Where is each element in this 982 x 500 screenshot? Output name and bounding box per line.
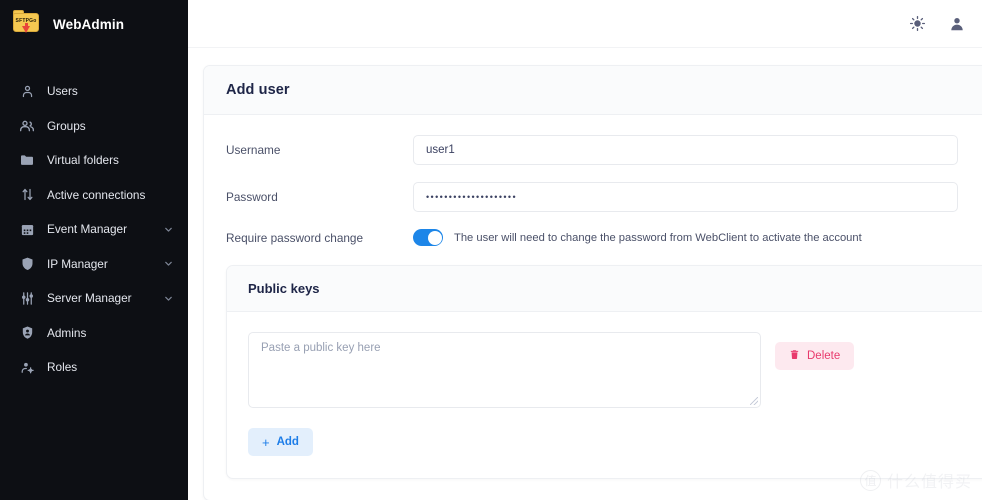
badge-user-icon (18, 324, 36, 342)
plus-icon: + (262, 434, 270, 450)
chevron-down-icon[interactable] (163, 293, 174, 304)
sidebar-nav: Users Groups Virtual folders Active conn… (0, 74, 188, 385)
sidebar-item-groups[interactable]: Groups (0, 109, 188, 144)
trash-icon (789, 349, 800, 363)
password-label: Password (226, 190, 278, 204)
sidebar-item-label: IP Manager (47, 256, 108, 271)
sidebar-item-label: Users (47, 84, 78, 99)
brand[interactable]: SFTPGo WebAdmin (0, 0, 188, 48)
shield-icon (18, 255, 36, 273)
sidebar-item-label: Roles (47, 360, 78, 375)
sidebar-item-virtual-folders[interactable]: Virtual folders (0, 143, 188, 178)
password-input[interactable]: •••••••••••••••••••• (413, 182, 958, 212)
require-password-change-label: Require password change (226, 230, 364, 245)
public-keys-card: Public keys Paste a public key here Dele… (226, 265, 982, 479)
username-label: Username (226, 143, 281, 157)
delete-button-label: Delete (807, 350, 841, 362)
sidebar-item-ip-manager[interactable]: IP Manager (0, 247, 188, 282)
main-area: Add user Username user1 Password •••••••… (188, 0, 982, 500)
public-key-row: Paste a public key here Delete (248, 332, 982, 408)
sidebar-item-label: Groups (47, 118, 86, 133)
password-masked-value: •••••••••••••••••••• (426, 192, 518, 202)
require-password-change-row: Require password change The user will ne… (226, 229, 982, 246)
public-key-textarea[interactable]: Paste a public key here (248, 332, 761, 408)
require-password-change-help: The user will need to change the passwor… (454, 231, 862, 244)
chevron-down-icon[interactable] (163, 224, 174, 235)
sidebar-item-label: Event Manager (47, 222, 128, 237)
username-row: Username user1 (226, 135, 982, 165)
add-public-key-button[interactable]: + Add (248, 428, 313, 456)
sftpgo-logo-icon: SFTPGo (12, 10, 40, 38)
chevron-down-icon[interactable] (163, 258, 174, 269)
users-group-icon (18, 117, 36, 135)
sidebar-item-label: Server Manager (47, 291, 132, 306)
public-keys-title: Public keys (248, 281, 320, 296)
password-row: Password •••••••••••••••••••• (226, 182, 982, 212)
arrows-updown-icon (18, 186, 36, 204)
sidebar-item-label: Active connections (47, 187, 146, 202)
page-title: Add user (226, 82, 290, 98)
public-keys-header: Public keys (227, 266, 982, 312)
sidebar-item-label: Virtual folders (47, 153, 119, 168)
delete-public-key-button[interactable]: Delete (775, 342, 855, 370)
sliders-icon (18, 289, 36, 307)
sidebar-item-admins[interactable]: Admins (0, 316, 188, 351)
topbar (188, 0, 982, 48)
toggle-knob (427, 230, 442, 245)
sidebar-item-server-manager[interactable]: Server Manager (0, 281, 188, 316)
sidebar-item-active-connections[interactable]: Active connections (0, 178, 188, 213)
card-body: Username user1 Password ••••••••••••••••… (204, 115, 982, 493)
content-area: Add user Username user1 Password •••••••… (188, 48, 982, 500)
sun-icon[interactable] (906, 13, 928, 35)
require-password-change-toggle[interactable] (413, 229, 443, 246)
app-root: SFTPGo WebAdmin Users Groups Virtual fol… (0, 0, 982, 500)
folder-icon (18, 151, 36, 169)
sidebar-item-label: Admins (47, 325, 87, 340)
calendar-icon (18, 220, 36, 238)
add-user-card: Add user Username user1 Password •••••••… (203, 65, 982, 500)
account-icon[interactable] (946, 13, 968, 35)
public-keys-body: Paste a public key here Delete + Add (227, 312, 982, 478)
user-icon (18, 82, 36, 100)
username-input[interactable]: user1 (413, 135, 958, 165)
user-settings-icon (18, 358, 36, 376)
add-button-label: Add (276, 436, 299, 448)
sidebar: SFTPGo WebAdmin Users Groups Virtual fol… (0, 0, 188, 500)
sidebar-item-event-manager[interactable]: Event Manager (0, 212, 188, 247)
sidebar-item-users[interactable]: Users (0, 74, 188, 109)
sidebar-item-roles[interactable]: Roles (0, 350, 188, 385)
resize-handle-icon[interactable] (750, 397, 758, 405)
brand-name: WebAdmin (53, 16, 125, 32)
card-header: Add user (204, 66, 982, 115)
